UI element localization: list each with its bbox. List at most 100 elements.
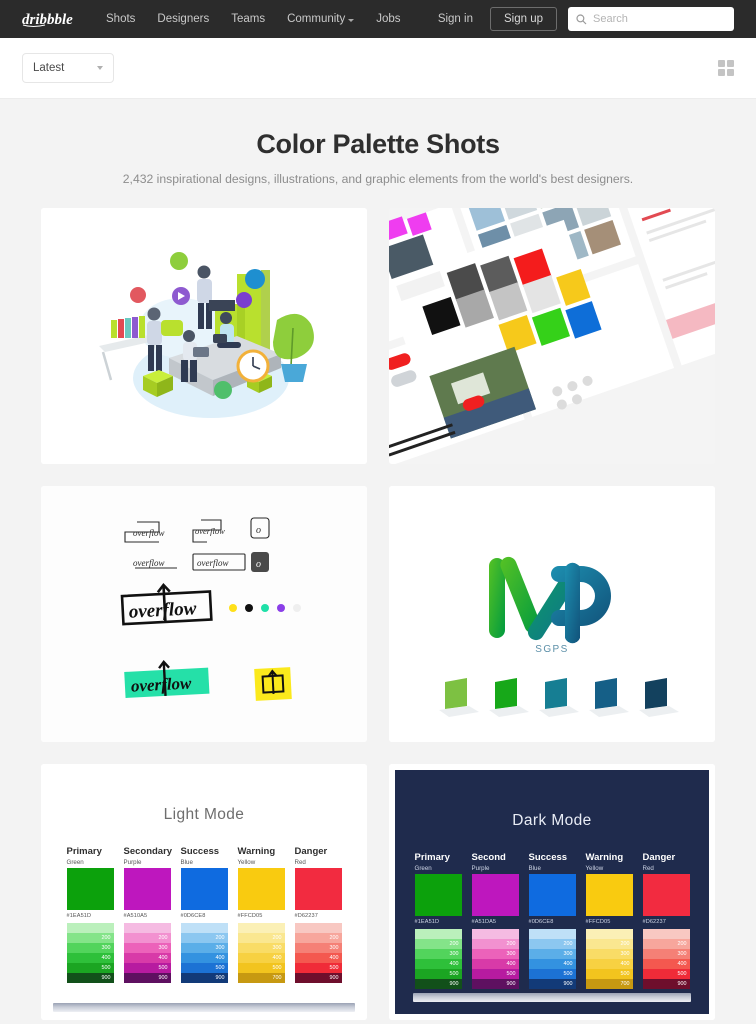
ramp-step: 400 [123,953,171,963]
palette-ramp: 200 300 400 500 900 [414,929,462,989]
search-input[interactable] [593,13,726,25]
palette-column-subname: Yellow [237,859,256,866]
sign-up-button[interactable]: Sign up [489,7,557,31]
ramp-step: 400 [294,953,342,963]
palette-columns: Primary Green #1EA51D 200 300 400 500 90… [41,824,367,983]
palette-column-subname: Yellow [585,865,604,872]
shot-light-mode-palette[interactable]: Light Mode Primary Green #1EA51D 200 300… [41,764,367,1020]
palette-column-name: Danger [642,852,676,863]
nav-label: Shots [106,13,136,25]
palette-ramp: 200 300 400 500 900 [294,923,342,983]
palette-column-name: Success [180,846,220,857]
nav-item-jobs[interactable]: Jobs [376,13,400,25]
grid-view-icon[interactable] [717,59,734,77]
chevron-down-icon [97,66,103,70]
palette-column-danger: Danger Red #D62237 200 300 400 500 900 [294,846,342,983]
palette-hex-label: #D62237 [642,919,666,925]
ramp-step: 300 [414,949,462,959]
palette-main-swatch [294,868,342,910]
palette-main-swatch [471,874,519,916]
shot-ui-mockup-collage[interactable] [389,208,715,464]
iap-subtitle: SGPS [535,644,569,655]
palette-column-name: Success [528,852,568,863]
ramp-step: 200 [414,939,462,949]
svg-text:overflow: overflow [130,673,192,695]
dribbble-logo[interactable]: dribbble [22,9,80,29]
palette-hex-label: #0D6CE8 [528,919,554,925]
ramp-step [642,929,690,939]
ramp-step: 300 [180,943,228,953]
color-dot-teal [261,604,269,612]
ramp-step [66,923,114,933]
palette-column-success: Success Blue #0D6CE8 200 300 400 500 900 [180,846,228,983]
ramp-step: 900 [123,973,171,983]
palette-main-swatch [123,868,171,910]
nav-label: Community [287,13,346,25]
svg-text:overflow: overflow [133,558,165,568]
ramp-step: 700 [585,979,633,989]
svg-text:o: o [256,525,261,536]
palette-main-swatch [237,868,285,910]
nav-item-shots[interactable]: Shots [106,13,135,25]
chevron-down-icon [348,18,355,22]
nav-item-designers[interactable]: Designers [157,13,209,25]
palette-column-second: Second Purple #A51DA5 200 300 400 500 90… [471,852,519,989]
palette-columns: Primary Green #1EA51D 200 300 400 500 90… [395,830,709,989]
ramp-step: 400 [642,959,690,969]
palette-ramp: 200 300 400 500 900 [123,923,171,983]
light-mode-palette: Light Mode Primary Green #1EA51D 200 300… [41,764,367,1020]
ramp-step: 900 [642,979,690,989]
shot-iap-sgps-logo[interactable]: SGPS [389,486,715,742]
palette-hex-label: #0D6CE8 [180,913,206,919]
ramp-step: 500 [294,963,342,973]
sign-in-link[interactable]: Sign in [432,13,479,25]
ramp-step: 300 [66,943,114,953]
palette-column-subname: Red [642,865,654,872]
nav-item-community[interactable]: Community [287,13,355,25]
sort-dropdown[interactable]: Latest [22,53,114,83]
ramp-step [294,923,342,933]
search-icon [576,13,587,24]
shot-overflow-logo-variations[interactable]: overflow overflow o overflow overflow o [41,486,367,742]
palette-column-name: Warning [585,852,624,863]
palette-mode-title: Dark Mode [512,812,592,829]
palette-main-swatch [585,874,633,916]
ramp-step: 500 [642,969,690,979]
ramp-step: 200 [180,933,228,943]
ramp-step: 300 [642,949,690,959]
nav-item-teams[interactable]: Teams [231,13,265,25]
ramp-step: 500 [471,969,519,979]
color-dot-purple [277,604,285,612]
dark-mode-palette: Dark Mode Primary Green #1EA51D 200 300 … [389,764,715,1020]
nav-label: Teams [231,13,266,25]
shot-grid: overflow overflow o overflow overflow o [0,208,756,1020]
palette-column-success: Success Blue #0D6CE8 200 300 400 500 900 [528,852,576,989]
palette-scrollbar[interactable] [413,993,691,1002]
palette-ramp: 200 300 400 500 900 [471,929,519,989]
svg-text:overflow: overflow [128,598,197,623]
shot-dark-mode-palette[interactable]: Dark Mode Primary Green #1EA51D 200 300 … [389,764,715,1020]
palette-column-name: Warning [237,846,276,857]
ramp-step: 500 [414,969,462,979]
palette-ramp: 200 300 400 500 900 [180,923,228,983]
palette-column-warning: Warning Yellow #FFCD05 200 300 400 500 7… [585,852,633,989]
search-box[interactable] [568,7,734,31]
palette-scrollbar[interactable] [53,1003,355,1012]
ramp-step: 500 [585,969,633,979]
page-title: Color Palette Shots [256,129,500,159]
grid-cell [717,69,725,77]
ramp-step [237,923,285,933]
overflow-logo-marks: overflow overflow o overflow overflow o [120,517,292,701]
ramp-step: 400 [471,959,519,969]
grid-cell [727,59,734,67]
ramp-step: 700 [237,973,285,983]
palette-main-swatch [66,868,114,910]
palette-column-name: Secondary [123,846,173,857]
ramp-step: 500 [528,969,576,979]
ramp-step: 200 [294,933,342,943]
palette-column-name: Primary [414,852,450,863]
palette-column-primary: Primary Green #1EA51D 200 300 400 500 90… [414,852,462,989]
filter-toolbar: Latest [0,38,756,99]
shot-isometric-teamwork-illustration[interactable] [41,208,367,464]
ramp-step: 900 [471,979,519,989]
